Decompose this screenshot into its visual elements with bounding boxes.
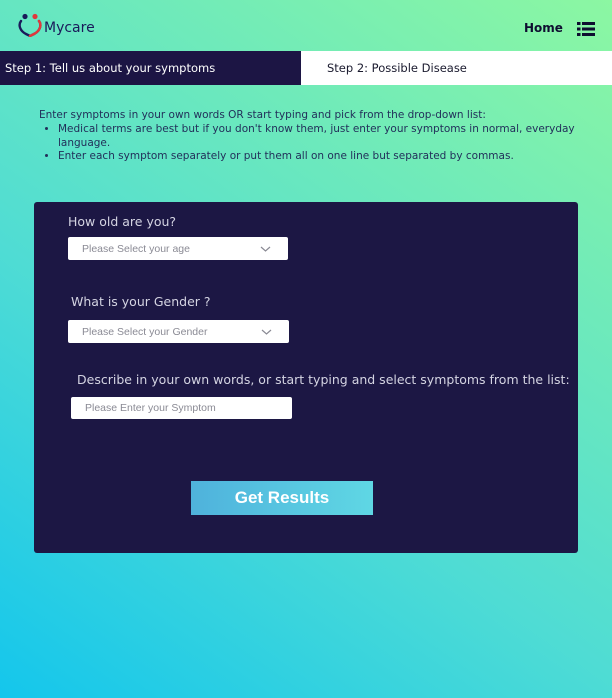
tab-step-1[interactable]: Step 1: Tell us about your symptoms: [0, 51, 301, 85]
instructions: Enter symptoms in your own words OR star…: [39, 109, 579, 164]
gender-select[interactable]: Please Select your Gender: [68, 320, 289, 343]
tab-step-2[interactable]: Step 2: Possible Disease: [301, 51, 612, 85]
step-tabs: Step 1: Tell us about your symptoms Step…: [0, 51, 612, 85]
symptom-input[interactable]: [71, 397, 292, 419]
instructions-list: Medical terms are best but if you don't …: [39, 123, 579, 164]
age-select-value: Please Select your age: [82, 242, 190, 255]
brand-logo[interactable]: Mycare: [17, 13, 95, 37]
symptom-form-card: How old are you? Please Select your age …: [34, 202, 578, 553]
heart-people-logo-icon: [18, 13, 42, 37]
gender-question-label: What is your Gender ?: [71, 294, 211, 309]
instruction-item: Medical terms are best but if you don't …: [58, 123, 579, 151]
nav-home-link[interactable]: Home: [524, 21, 563, 35]
list-menu-icon[interactable]: [577, 22, 595, 36]
top-navbar: Mycare Home: [0, 5, 612, 51]
age-question-label: How old are you?: [68, 214, 177, 229]
age-select[interactable]: Please Select your age: [68, 237, 288, 260]
chevron-down-icon: [261, 329, 272, 335]
instructions-lead: Enter symptoms in your own words OR star…: [39, 109, 486, 121]
symptom-question-label: Describe in your own words, or start typ…: [77, 372, 570, 387]
get-results-button[interactable]: Get Results: [191, 481, 373, 515]
instruction-item: Enter each symptom separately or put the…: [58, 150, 579, 164]
gender-select-value: Please Select your Gender: [82, 325, 208, 338]
brand-name: Mycare: [44, 20, 95, 36]
chevron-down-icon: [260, 246, 271, 252]
